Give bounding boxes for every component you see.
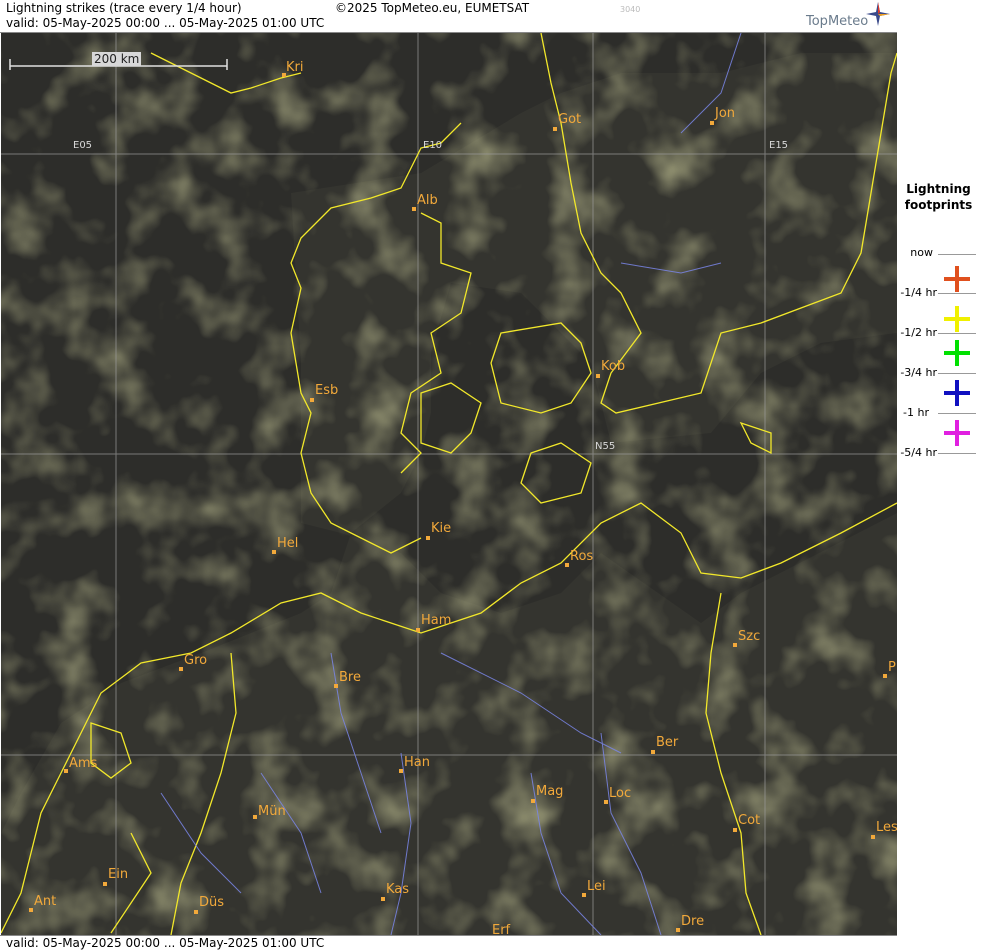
city-dot <box>531 799 535 803</box>
city-hel: Hel <box>277 536 299 551</box>
cross-green-icon <box>944 340 970 366</box>
city-dot <box>103 882 107 886</box>
city-dot <box>710 121 714 125</box>
city-dot <box>596 374 600 378</box>
map-title: Lightning strikes (trace every 1/4 hour) <box>6 1 242 15</box>
city-dot <box>412 207 416 211</box>
logo-star-icon <box>866 2 890 26</box>
city-loc: Loc <box>609 786 632 801</box>
city-ams: Ams <box>69 756 98 771</box>
map-footer: valid: 05-May-2025 00:00 ... 05-May-2025… <box>0 935 897 950</box>
city-dot <box>733 828 737 832</box>
city-esb: Esb <box>315 383 339 398</box>
legend-title: Lightning footprints <box>904 182 973 212</box>
cloud-layer <box>1 33 897 935</box>
city-szc: Szc <box>738 629 761 644</box>
city-dot <box>733 643 737 647</box>
city-lei: Lei <box>587 879 606 894</box>
city-dot <box>426 536 430 540</box>
cross-yellow-icon <box>944 306 970 332</box>
grid-label-n55: N55 <box>595 441 616 452</box>
city-dot <box>29 908 33 912</box>
city-dus: Düs <box>199 895 225 910</box>
city-dot <box>64 769 68 773</box>
city-dot <box>194 910 198 914</box>
grid-label-e15: E15 <box>769 140 789 151</box>
city-ant: Ant <box>34 894 57 909</box>
legend-item-half: -1/2 hr <box>898 304 989 339</box>
city-dot <box>871 835 875 839</box>
city-dot <box>676 928 680 932</box>
city-p: P <box>888 660 896 675</box>
legend-item-hour: -1 hr <box>898 380 989 419</box>
city-ber: Ber <box>656 735 679 750</box>
city-mun: Mün <box>258 804 286 819</box>
footer-valid-range: valid: 05-May-2025 00:00 ... 05-May-2025… <box>6 936 325 950</box>
city-alb: Alb <box>417 193 438 208</box>
city-dot <box>883 674 887 678</box>
map-canvas <box>1 33 897 935</box>
city-dre: Dre <box>681 914 705 929</box>
city-gro: Gro <box>184 653 208 668</box>
city-ham: Ham <box>421 613 452 628</box>
city-kob: Kob <box>601 359 626 374</box>
scale-label: 200 km <box>92 52 142 66</box>
cross-blue-icon <box>944 380 970 406</box>
city-dot <box>582 893 586 897</box>
legend-item-now: now <box>898 246 989 266</box>
city-erf: Erf <box>492 923 511 935</box>
city-dot <box>553 127 557 131</box>
cross-magenta-icon <box>944 420 970 446</box>
city-han: Han <box>404 755 430 770</box>
city-kie: Kie <box>431 521 452 536</box>
city-kri: Kri <box>286 60 304 75</box>
cross-orange-icon <box>944 266 970 292</box>
city-dot <box>253 815 257 819</box>
city-dot <box>416 628 420 632</box>
copyright-text: ©2025 TopMeteo.eu, EUMETSAT <box>335 1 530 15</box>
topmeteo-logo[interactable]: TopMeteo <box>806 14 868 29</box>
grid-label-e05: E05 <box>73 140 93 151</box>
city-ein: Ein <box>108 867 129 882</box>
city-dot <box>651 750 655 754</box>
city-dot <box>272 550 276 554</box>
city-dot <box>334 684 338 688</box>
map-header: Lightning strikes (trace every 1/4 hour)… <box>0 0 897 33</box>
image-id: 3040 <box>620 5 641 14</box>
legend-item-five-quarter: -5/4 hr <box>898 420 989 459</box>
city-mag: Mag <box>536 784 564 799</box>
city-ros: Ros <box>570 549 594 564</box>
city-dot <box>179 667 183 671</box>
grid-label-e10: E10 <box>423 140 443 151</box>
city-cot: Cot <box>738 813 761 828</box>
city-jon: Jon <box>715 106 736 121</box>
city-dot <box>604 800 608 804</box>
satellite-map[interactable]: 200 km E05 E10 E15 N55 Kri Got Jon Alb K… <box>1 33 897 935</box>
city-kas: Kas <box>386 882 410 897</box>
legend-item-quarter: -1/4 hr <box>898 264 989 299</box>
city-dot <box>565 563 569 567</box>
city-dot <box>381 897 385 901</box>
city-dot <box>310 398 314 402</box>
lightning-legend: Lightning footprints now -1/4 hr -1/2 hr… <box>898 0 989 949</box>
city-les: Les <box>876 820 897 835</box>
legend-item-three-quarter: -3/4 hr <box>898 340 989 379</box>
city-dot <box>399 769 403 773</box>
city-got: Got <box>558 112 582 127</box>
valid-range: valid: 05-May-2025 00:00 ... 05-May-2025… <box>6 16 325 30</box>
city-bre: Bre <box>339 670 361 685</box>
